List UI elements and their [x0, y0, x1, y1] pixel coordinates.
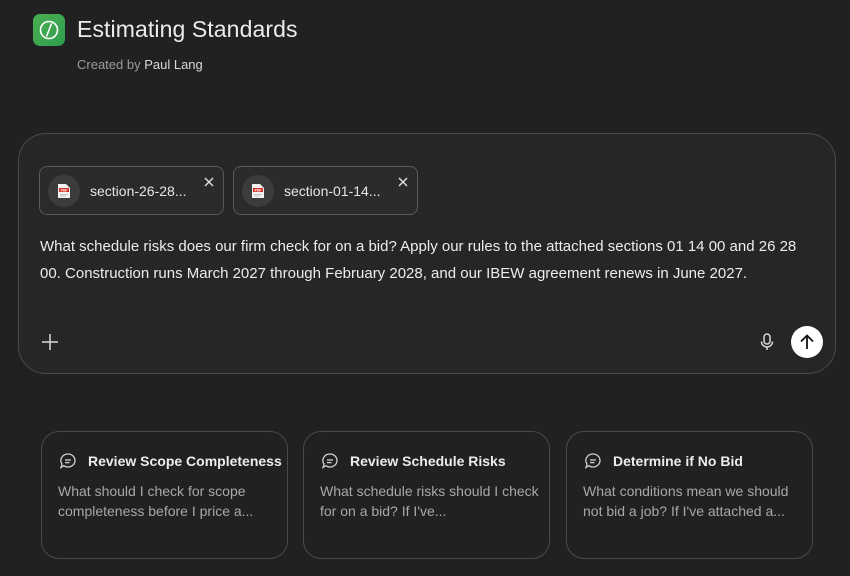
chat-bubble-icon	[321, 453, 338, 469]
suggestion-body: What schedule risks should I check for o…	[320, 483, 539, 519]
attachment-chip[interactable]: PDF section-26-28...	[39, 166, 224, 215]
suggestion-title: Review Scope Completeness	[88, 453, 282, 469]
svg-text:PDF: PDF	[61, 188, 68, 192]
suggestion-body: What should I check for scope completene…	[58, 483, 254, 519]
pdf-file-icon: PDF	[48, 175, 80, 207]
remove-attachment-icon[interactable]	[397, 176, 409, 188]
chat-bubble-icon	[584, 453, 601, 469]
pdf-file-icon: PDF	[242, 175, 274, 207]
suggestion-card[interactable]: Review Scope Completeness What should I …	[41, 431, 288, 559]
author-name[interactable]: Paul Lang	[144, 57, 203, 72]
gpt-logo-icon	[33, 14, 65, 46]
send-button[interactable]	[791, 326, 823, 358]
remove-attachment-icon[interactable]	[203, 176, 215, 188]
svg-text:PDF: PDF	[255, 188, 262, 192]
gpt-byline: Created by Paul Lang	[77, 57, 203, 72]
created-by-label: Created by	[77, 57, 141, 72]
suggestion-title: Determine if No Bid	[613, 453, 743, 469]
chat-bubble-icon	[59, 453, 76, 469]
suggestion-body: What conditions mean we should not bid a…	[583, 483, 789, 519]
microphone-icon[interactable]	[757, 332, 777, 352]
prompt-input[interactable]: What schedule risks does our firm check …	[40, 233, 810, 287]
suggestion-card[interactable]: Determine if No Bid What conditions mean…	[566, 431, 813, 559]
gpt-title: Estimating Standards	[77, 16, 298, 42]
message-composer: PDF section-26-28... PDF section-01-14..…	[18, 133, 836, 374]
attachment-name: section-26-28...	[90, 183, 187, 199]
attachment-name: section-01-14...	[284, 183, 381, 199]
arrow-up-icon	[800, 334, 814, 349]
suggestion-title: Review Schedule Risks	[350, 453, 506, 469]
suggestion-card[interactable]: Review Schedule Risks What schedule risk…	[303, 431, 550, 559]
attachment-chip[interactable]: PDF section-01-14...	[233, 166, 418, 215]
plus-icon[interactable]	[41, 333, 59, 351]
